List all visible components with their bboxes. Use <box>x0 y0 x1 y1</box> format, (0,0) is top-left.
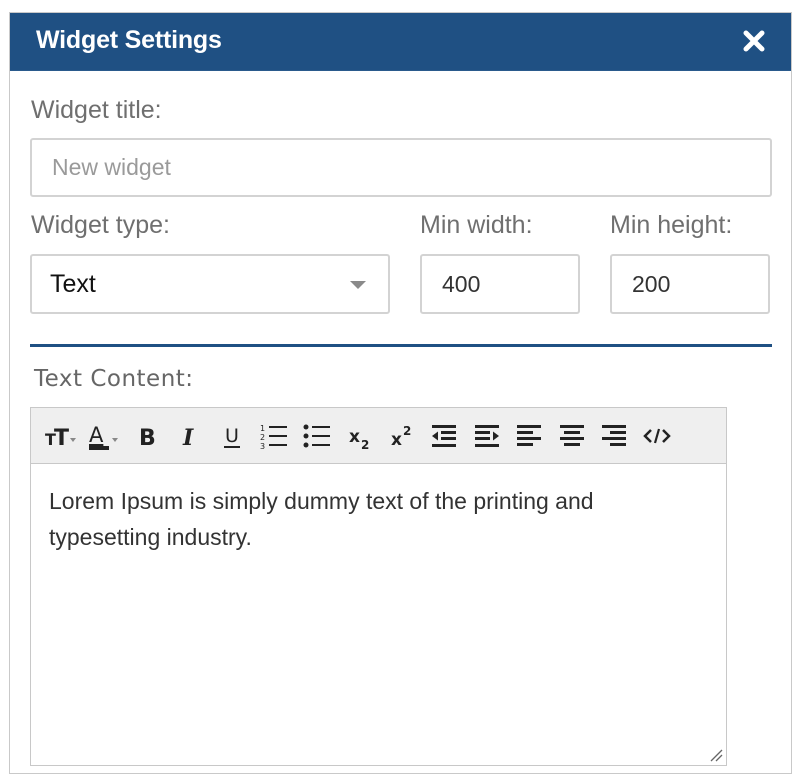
svg-text:2: 2 <box>361 438 369 452</box>
svg-text:x: x <box>349 427 360 447</box>
superscript-button[interactable]: x 2 <box>386 420 418 452</box>
svg-text:2: 2 <box>403 424 411 438</box>
underline-icon: U <box>224 425 240 448</box>
align-left-icon <box>517 425 541 446</box>
align-left-button[interactable] <box>513 420 545 452</box>
widget-title-input[interactable] <box>32 140 770 195</box>
indent-icon <box>475 425 499 447</box>
svg-text:I: I <box>182 425 194 451</box>
text-content-label: Text Content: <box>34 366 194 392</box>
min-width-label: Min width: <box>420 211 533 239</box>
svg-text:x: x <box>391 430 402 450</box>
unordered-list-button[interactable] <box>301 420 333 452</box>
bold-icon: B <box>139 426 156 451</box>
align-center-button[interactable] <box>556 420 588 452</box>
editor-toolbar: T T A B I U 1 2 3 x 2 x 2 <box>31 408 726 464</box>
ordered-list-icon: 1 2 3 <box>260 424 287 451</box>
widget-type-value: Text <box>50 270 96 298</box>
outdent-button[interactable] <box>428 420 460 452</box>
resize-handle-icon[interactable] <box>709 748 723 762</box>
chevron-down-icon <box>350 281 366 289</box>
align-center-icon <box>560 425 584 446</box>
dialog-title: Widget Settings <box>36 26 222 54</box>
align-right-button[interactable] <box>598 420 630 452</box>
font-color-button[interactable]: A <box>86 420 122 452</box>
dialog-header: Widget Settings <box>10 13 791 71</box>
indent-button[interactable] <box>471 420 503 452</box>
widget-title-field[interactable] <box>30 138 772 197</box>
widget-type-select[interactable]: Text <box>30 254 390 314</box>
min-width-field[interactable] <box>420 254 580 314</box>
font-color-icon: A <box>89 423 118 450</box>
rich-text-editor: T T A B I U 1 2 3 x 2 x 2 Lorem Ipsum is… <box>30 407 727 766</box>
code-view-button[interactable] <box>641 420 673 452</box>
close-button[interactable] <box>740 27 768 55</box>
italic-icon: I <box>182 425 194 451</box>
min-height-input[interactable] <box>612 256 768 312</box>
svg-text:B: B <box>139 426 156 451</box>
editor-content-area[interactable]: Lorem Ipsum is simply dummy text of the … <box>49 483 709 555</box>
svg-text:U: U <box>225 425 239 447</box>
code-view-icon <box>643 428 671 444</box>
outdent-icon <box>432 425 456 447</box>
superscript-icon: x 2 <box>391 424 411 450</box>
unordered-list-icon <box>303 424 330 448</box>
italic-button[interactable]: I <box>173 420 205 452</box>
svg-text:2: 2 <box>260 433 265 442</box>
underline-button[interactable]: U <box>216 420 248 452</box>
min-height-field[interactable] <box>610 254 770 314</box>
subscript-button[interactable]: x 2 <box>344 420 376 452</box>
svg-text:3: 3 <box>260 442 265 451</box>
section-divider <box>30 344 772 347</box>
ordered-list-button[interactable]: 1 2 3 <box>258 420 290 452</box>
close-icon <box>743 30 765 52</box>
widget-settings-dialog: Widget Settings Widget title: Widget typ… <box>9 12 792 774</box>
bold-button[interactable]: B <box>131 420 163 452</box>
svg-text:A: A <box>89 423 104 447</box>
subscript-icon: x 2 <box>349 427 369 452</box>
widget-type-label: Widget type: <box>31 211 170 239</box>
min-width-input[interactable] <box>422 256 578 312</box>
min-height-label: Min height: <box>610 211 733 239</box>
svg-text:T: T <box>54 426 69 451</box>
widget-title-label: Widget title: <box>31 96 162 124</box>
svg-text:1: 1 <box>260 424 265 433</box>
font-size-icon: T T <box>45 426 76 451</box>
align-right-icon <box>602 425 626 446</box>
font-size-button[interactable]: T T <box>43 420 79 452</box>
